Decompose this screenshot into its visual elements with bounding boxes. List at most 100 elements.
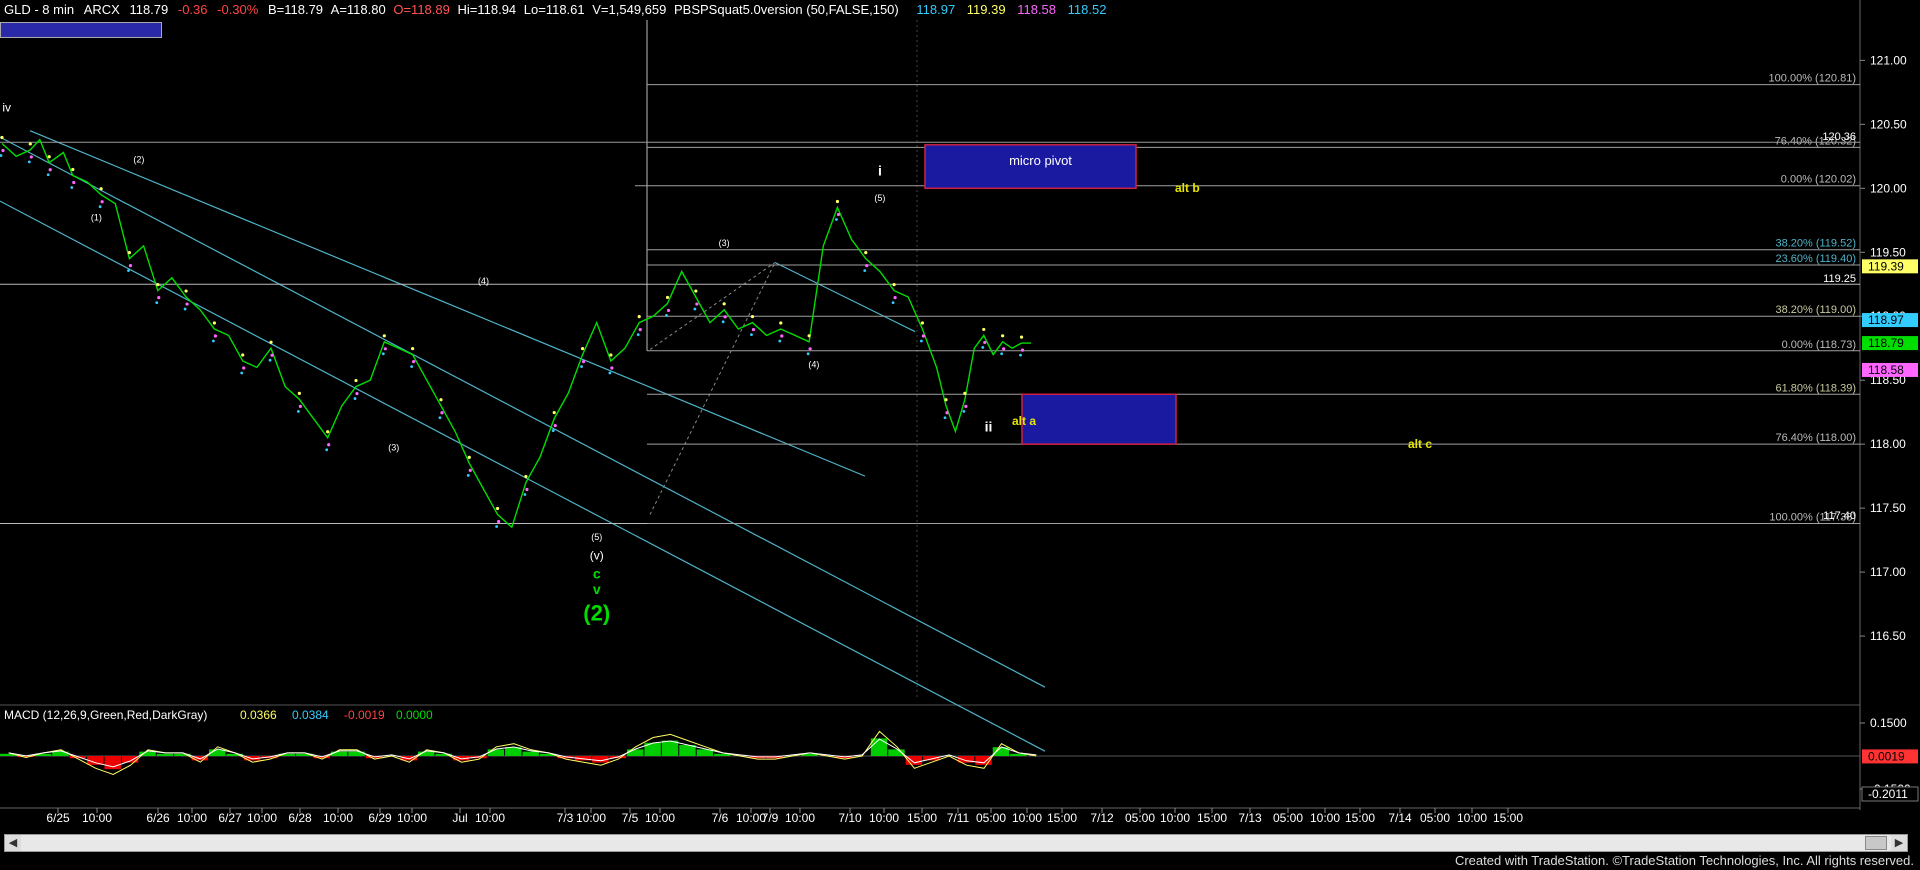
x-tick-label: 7/14 xyxy=(1388,811,1412,825)
signal-dot-pink xyxy=(440,411,444,415)
x-tick-label: 10:00 xyxy=(247,811,277,825)
wave-label: (4) xyxy=(808,359,819,369)
wave-label: (4) xyxy=(478,276,489,286)
signal-dot-yellow xyxy=(297,391,301,395)
indicator-name: PBSPSquat5.0version (50,FALSE,150) xyxy=(674,2,899,17)
x-tick-label: 6/29 xyxy=(368,811,392,825)
signal-dot-pink xyxy=(1020,348,1025,352)
symbol-label: GLD - 8 min xyxy=(4,2,75,17)
signal-dot-cyan xyxy=(943,416,947,420)
y-tick-label: 121.00 xyxy=(1870,53,1907,67)
signal-dot-cyan xyxy=(46,173,50,177)
x-tick-label: 10:00 xyxy=(475,811,505,825)
x-tick-label: 15:00 xyxy=(907,811,937,825)
scroll-thumb[interactable] xyxy=(1865,836,1887,850)
x-tick-label: 15:00 xyxy=(1197,811,1227,825)
signal-dot-yellow xyxy=(864,251,868,255)
signal-dot-yellow xyxy=(779,321,783,325)
horizontal-scrollbar[interactable]: ◀ ▶ xyxy=(4,834,1908,852)
x-tick-label: 7/10 xyxy=(838,811,862,825)
scroll-right-arrow-icon[interactable]: ▶ xyxy=(1891,835,1907,851)
signal-dot-yellow xyxy=(580,347,585,351)
macd-histogram-bar xyxy=(121,756,139,763)
signal-dot-pink xyxy=(298,404,302,408)
signal-dot-cyan xyxy=(962,409,966,413)
level-text: 120.36 xyxy=(1822,131,1856,143)
signal-dot-cyan xyxy=(778,339,782,343)
macd-value: 0.0366 xyxy=(240,708,277,722)
signal-dot-pink xyxy=(581,360,586,364)
y-tick-label: 117.00 xyxy=(1870,565,1906,579)
micro-pivot-label: micro pivot xyxy=(1009,153,1072,168)
x-tick-label: 10:00 xyxy=(785,811,815,825)
signal-dot-pink xyxy=(945,411,949,415)
signal-dot-yellow xyxy=(637,315,641,319)
y-tick-label: 118.00 xyxy=(1870,437,1906,451)
macd-tag-label: 0.0019 xyxy=(1868,749,1905,763)
signal-dot-cyan xyxy=(608,371,612,375)
signal-dot-pink xyxy=(100,200,104,204)
macd-title: MACD (12,26,9,Green,Red,DarkGray) xyxy=(4,708,207,722)
signal-dot-cyan xyxy=(183,307,187,311)
price-tag-label: 118.97 xyxy=(1868,313,1904,327)
signal-dot-yellow xyxy=(665,295,670,300)
signal-dot-cyan xyxy=(920,339,923,343)
macd-y-tick-label: 0.1500 xyxy=(1870,716,1907,730)
fib-level-label: 38.20% (119.00) xyxy=(1775,304,1856,316)
footer-credit: Created with TradeStation. ©TradeStation… xyxy=(1454,853,1914,868)
indicator-value-1: 118.97 xyxy=(916,2,956,17)
x-tick-label: 10:00 xyxy=(397,811,427,825)
price-tag-label: 118.79 xyxy=(1868,336,1904,350)
y-tick-label: 120.50 xyxy=(1870,117,1907,131)
signal-dot-cyan xyxy=(98,205,102,209)
macd-histogram-bar xyxy=(870,738,888,756)
signal-dot-yellow xyxy=(835,199,840,204)
wave-label: i xyxy=(878,163,882,179)
x-tick-label: 6/25 xyxy=(46,811,70,825)
signal-dot-cyan xyxy=(27,160,31,164)
y-tick-label: 116.50 xyxy=(1870,629,1906,643)
scroll-left-arrow-icon[interactable]: ◀ xyxy=(5,835,21,851)
signal-dot-yellow xyxy=(382,334,386,338)
signal-dot-yellow xyxy=(354,378,358,383)
x-tick-label: 15:00 xyxy=(1493,811,1523,825)
x-tick-label: 05:00 xyxy=(1125,811,1155,825)
signal-dot-yellow xyxy=(241,353,245,357)
y-tick-label: 120.00 xyxy=(1870,181,1907,195)
price-tag-label: 118.58 xyxy=(1868,363,1904,377)
price-chart[interactable]: 121.00120.50120.00119.50119.00118.50118.… xyxy=(0,0,1920,870)
signal-dot-pink xyxy=(836,212,841,217)
signal-dot-yellow xyxy=(892,283,896,287)
x-tick-label: 6/28 xyxy=(288,811,312,825)
x-tick-label: 10:00 xyxy=(1310,811,1340,825)
signal-dot-pink xyxy=(893,296,897,300)
signal-dot-cyan xyxy=(268,358,272,362)
level-text: 117.40 xyxy=(1823,510,1856,522)
x-tick-label: 05:00 xyxy=(1420,811,1450,825)
signal-dot-yellow xyxy=(326,430,330,434)
x-tick-label: 10:00 xyxy=(82,811,112,825)
x-tick-label: 10:00 xyxy=(1457,811,1487,825)
signal-dot-yellow xyxy=(28,142,32,146)
signal-dot-cyan xyxy=(381,352,385,356)
signal-dot-pink xyxy=(921,334,926,338)
signal-dot-yellow xyxy=(722,302,726,306)
x-tick-label: 05:00 xyxy=(1273,811,1303,825)
support-box xyxy=(1021,393,1177,445)
x-tick-label: 6/26 xyxy=(146,811,170,825)
signal-dot-yellow xyxy=(1019,335,1024,339)
change-percent: -0.30% xyxy=(217,2,259,17)
macd-tag-label: -0.2011 xyxy=(1868,787,1908,801)
symbol-tab-box[interactable] xyxy=(0,22,162,38)
signal-dot-cyan xyxy=(981,346,985,349)
signal-dot-pink xyxy=(1,148,5,153)
high-value: Hi=118.94 xyxy=(457,2,517,17)
signal-dot-pink xyxy=(751,328,756,332)
signal-dot-pink xyxy=(865,264,869,268)
wave-label: (2) xyxy=(583,601,610,626)
macd-histogram-bar xyxy=(330,751,348,756)
macd-histogram-bar xyxy=(156,753,174,756)
signal-dot-pink xyxy=(355,391,359,396)
macd-value: 0.0000 xyxy=(396,708,433,722)
signal-dot-yellow xyxy=(127,251,132,255)
